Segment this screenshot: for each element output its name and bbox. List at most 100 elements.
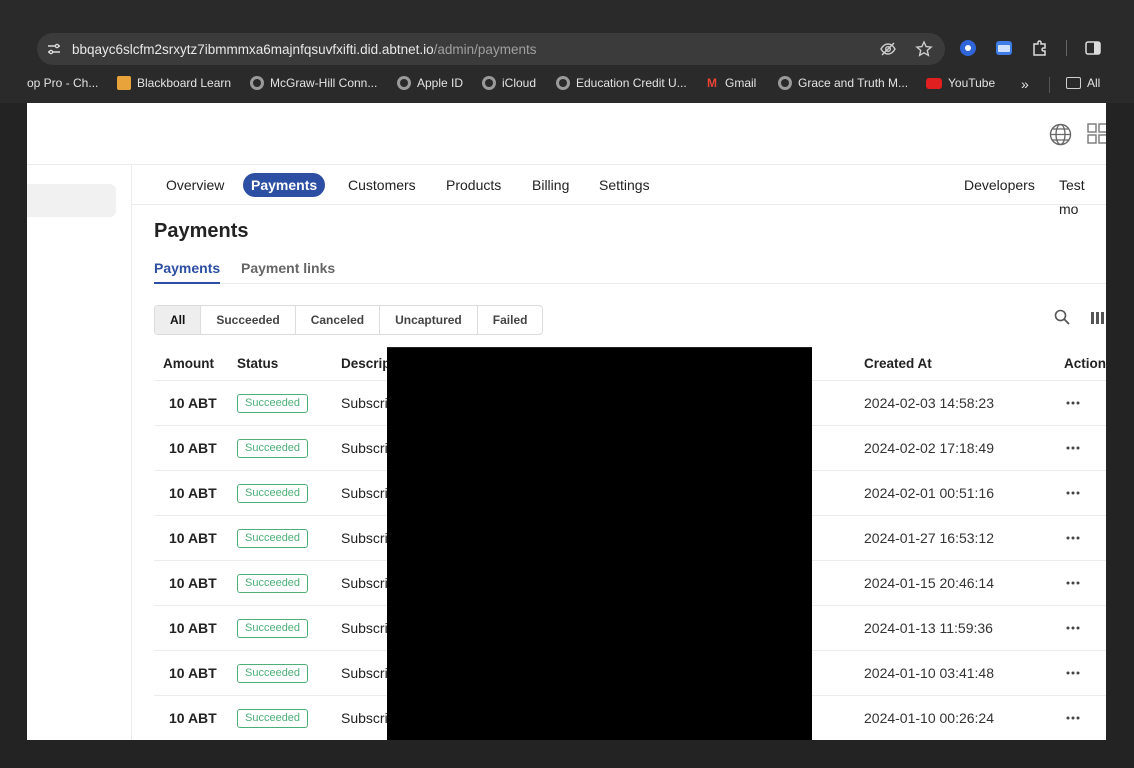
- column-header-created-at[interactable]: Created At: [864, 356, 932, 371]
- bookmark-label: All: [1087, 76, 1101, 90]
- more-bookmarks-icon: »: [1021, 76, 1029, 92]
- column-header-description[interactable]: Descrip: [341, 356, 391, 371]
- url-path: /admin/payments: [433, 41, 537, 57]
- column-header-amount[interactable]: Amount: [163, 356, 214, 371]
- more-actions-icon[interactable]: [1065, 575, 1081, 591]
- column-header-actions: Action: [1064, 356, 1106, 371]
- more-actions-icon[interactable]: [1065, 710, 1081, 726]
- globe-icon: [778, 76, 792, 90]
- folder-icon: [1066, 77, 1081, 89]
- url-text[interactable]: bbqayc6slcfm2srxytz7ibmmmxa6majnfqsuvfxi…: [72, 42, 536, 57]
- bookmark-item[interactable]: McGraw-Hill Conn...: [250, 76, 377, 90]
- bookmark-item[interactable]: Blackboard Learn: [117, 76, 231, 90]
- description-cell: Subscri: [341, 710, 388, 726]
- tab-settings[interactable]: Settings: [591, 173, 658, 197]
- amount-cell: 10 ABT: [169, 485, 217, 501]
- subtab-payment-links[interactable]: Payment links: [241, 260, 335, 284]
- page-title: Payments: [154, 220, 249, 242]
- nav-developers[interactable]: Developers: [956, 173, 1043, 197]
- window-bottom-edge: [0, 740, 1134, 768]
- more-bookmarks-button[interactable]: »: [1021, 76, 1029, 92]
- app-viewport: Overview Payments Customers Products Bil…: [27, 103, 1106, 740]
- created-at-cell: 2024-01-10 03:41:48: [864, 665, 994, 681]
- tab-customers[interactable]: Customers: [340, 173, 424, 197]
- bookmarks-bar: op Pro - Ch... Blackboard Learn McGraw-H…: [0, 73, 1134, 95]
- bookmark-item[interactable]: YouTube: [926, 76, 995, 90]
- tab-overview[interactable]: Overview: [158, 173, 232, 197]
- bookmark-item[interactable]: Apple ID: [397, 76, 463, 90]
- status-badge: Succeeded: [237, 484, 309, 503]
- status-filter-group: All Succeeded Canceled Uncaptured Failed: [154, 305, 544, 335]
- search-icon[interactable]: [1054, 309, 1070, 325]
- side-panel-icon[interactable]: [1083, 38, 1103, 58]
- bookmark-label: Blackboard Learn: [137, 76, 232, 90]
- bookmark-item[interactable]: iCloud: [482, 76, 536, 90]
- amount-cell: 10 ABT: [169, 530, 217, 546]
- more-actions-icon[interactable]: [1065, 530, 1081, 546]
- sidebar: [27, 165, 132, 740]
- status-badge: Succeeded: [237, 439, 309, 458]
- globe-icon: [397, 76, 411, 90]
- browser-chrome: bbqayc6slcfm2srxytz7ibmmmxa6majnfqsuvfxi…: [0, 0, 1134, 103]
- amount-cell: 10 ABT: [169, 575, 217, 591]
- app-switcher-grid-icon[interactable]: [1087, 123, 1106, 145]
- more-actions-icon[interactable]: [1065, 485, 1081, 501]
- description-cell: Subscri: [341, 440, 388, 456]
- filter-canceled[interactable]: Canceled: [296, 306, 381, 334]
- columns-icon[interactable]: [1090, 310, 1106, 326]
- sidebar-item-active[interactable]: [27, 184, 116, 217]
- extension-window-icon[interactable]: [994, 38, 1014, 58]
- bookmark-item[interactable]: Education Credit U...: [556, 76, 687, 90]
- bookmark-label: iCloud: [502, 76, 537, 90]
- eye-slash-icon[interactable]: [879, 40, 897, 63]
- payments-subtabs: Payments Payment links: [154, 255, 1106, 284]
- description-cell: Subscri: [341, 485, 388, 501]
- tab-products[interactable]: Products: [438, 173, 509, 197]
- tab-billing[interactable]: Billing: [524, 173, 577, 197]
- language-globe-icon[interactable]: [1049, 123, 1072, 146]
- amount-cell: 10 ABT: [169, 620, 217, 636]
- filter-all[interactable]: All: [155, 306, 202, 334]
- created-at-cell: 2024-01-10 00:26:24: [864, 710, 994, 726]
- column-header-status[interactable]: Status: [237, 356, 278, 371]
- more-actions-icon[interactable]: [1065, 620, 1081, 636]
- amount-cell: 10 ABT: [169, 710, 217, 726]
- status-badge: Succeeded: [237, 664, 309, 683]
- filter-uncaptured[interactable]: Uncaptured: [380, 306, 478, 334]
- created-at-cell: 2024-01-15 20:46:14: [864, 575, 994, 591]
- bookmark-item[interactable]: M Gmail: [705, 76, 756, 90]
- created-at-cell: 2024-01-27 16:53:12: [864, 530, 994, 546]
- status-badge: Succeeded: [237, 394, 309, 413]
- tab-payments[interactable]: Payments: [243, 173, 326, 197]
- created-at-cell: 2024-02-01 00:51:16: [864, 485, 994, 501]
- status-badge: Succeeded: [237, 709, 309, 728]
- filter-failed[interactable]: Failed: [478, 306, 543, 334]
- bookmark-label: Gmail: [725, 76, 757, 90]
- bookmark-label: McGraw-Hill Conn...: [270, 76, 378, 90]
- bookmark-label: Apple ID: [417, 76, 464, 90]
- bookmark-item[interactable]: Grace and Truth M...: [778, 76, 908, 90]
- description-cell: Subscri: [341, 530, 388, 546]
- subtab-payments[interactable]: Payments: [154, 260, 221, 284]
- bookmark-item[interactable]: op Pro - Ch...: [27, 76, 98, 90]
- more-actions-icon[interactable]: [1065, 395, 1081, 411]
- bookmark-label: Grace and Truth M...: [798, 76, 909, 90]
- extensions-puzzle-icon[interactable]: [1030, 38, 1050, 58]
- bookmark-folder[interactable]: All: [1066, 76, 1100, 90]
- more-actions-icon[interactable]: [1065, 440, 1081, 456]
- created-at-cell: 2024-02-03 14:58:23: [864, 395, 994, 411]
- globe-icon: [556, 76, 570, 90]
- address-bar[interactable]: bbqayc6slcfm2srxytz7ibmmmxa6majnfqsuvfxi…: [37, 33, 945, 65]
- nav-test-mode[interactable]: Test mo: [1051, 173, 1106, 217]
- extension-blue-circle-icon[interactable]: [958, 38, 978, 58]
- bookmark-label: op Pro - Ch...: [27, 76, 99, 90]
- site-settings-icon[interactable]: [46, 41, 62, 57]
- bookmarks-divider: [1049, 77, 1050, 93]
- blackboard-icon: [117, 76, 131, 90]
- filter-succeeded[interactable]: Succeeded: [201, 306, 296, 334]
- status-badge: Succeeded: [237, 529, 309, 548]
- globe-icon: [482, 76, 496, 90]
- bookmark-star-icon[interactable]: [915, 40, 933, 63]
- more-actions-icon[interactable]: [1065, 665, 1081, 681]
- status-badge: Succeeded: [237, 574, 309, 593]
